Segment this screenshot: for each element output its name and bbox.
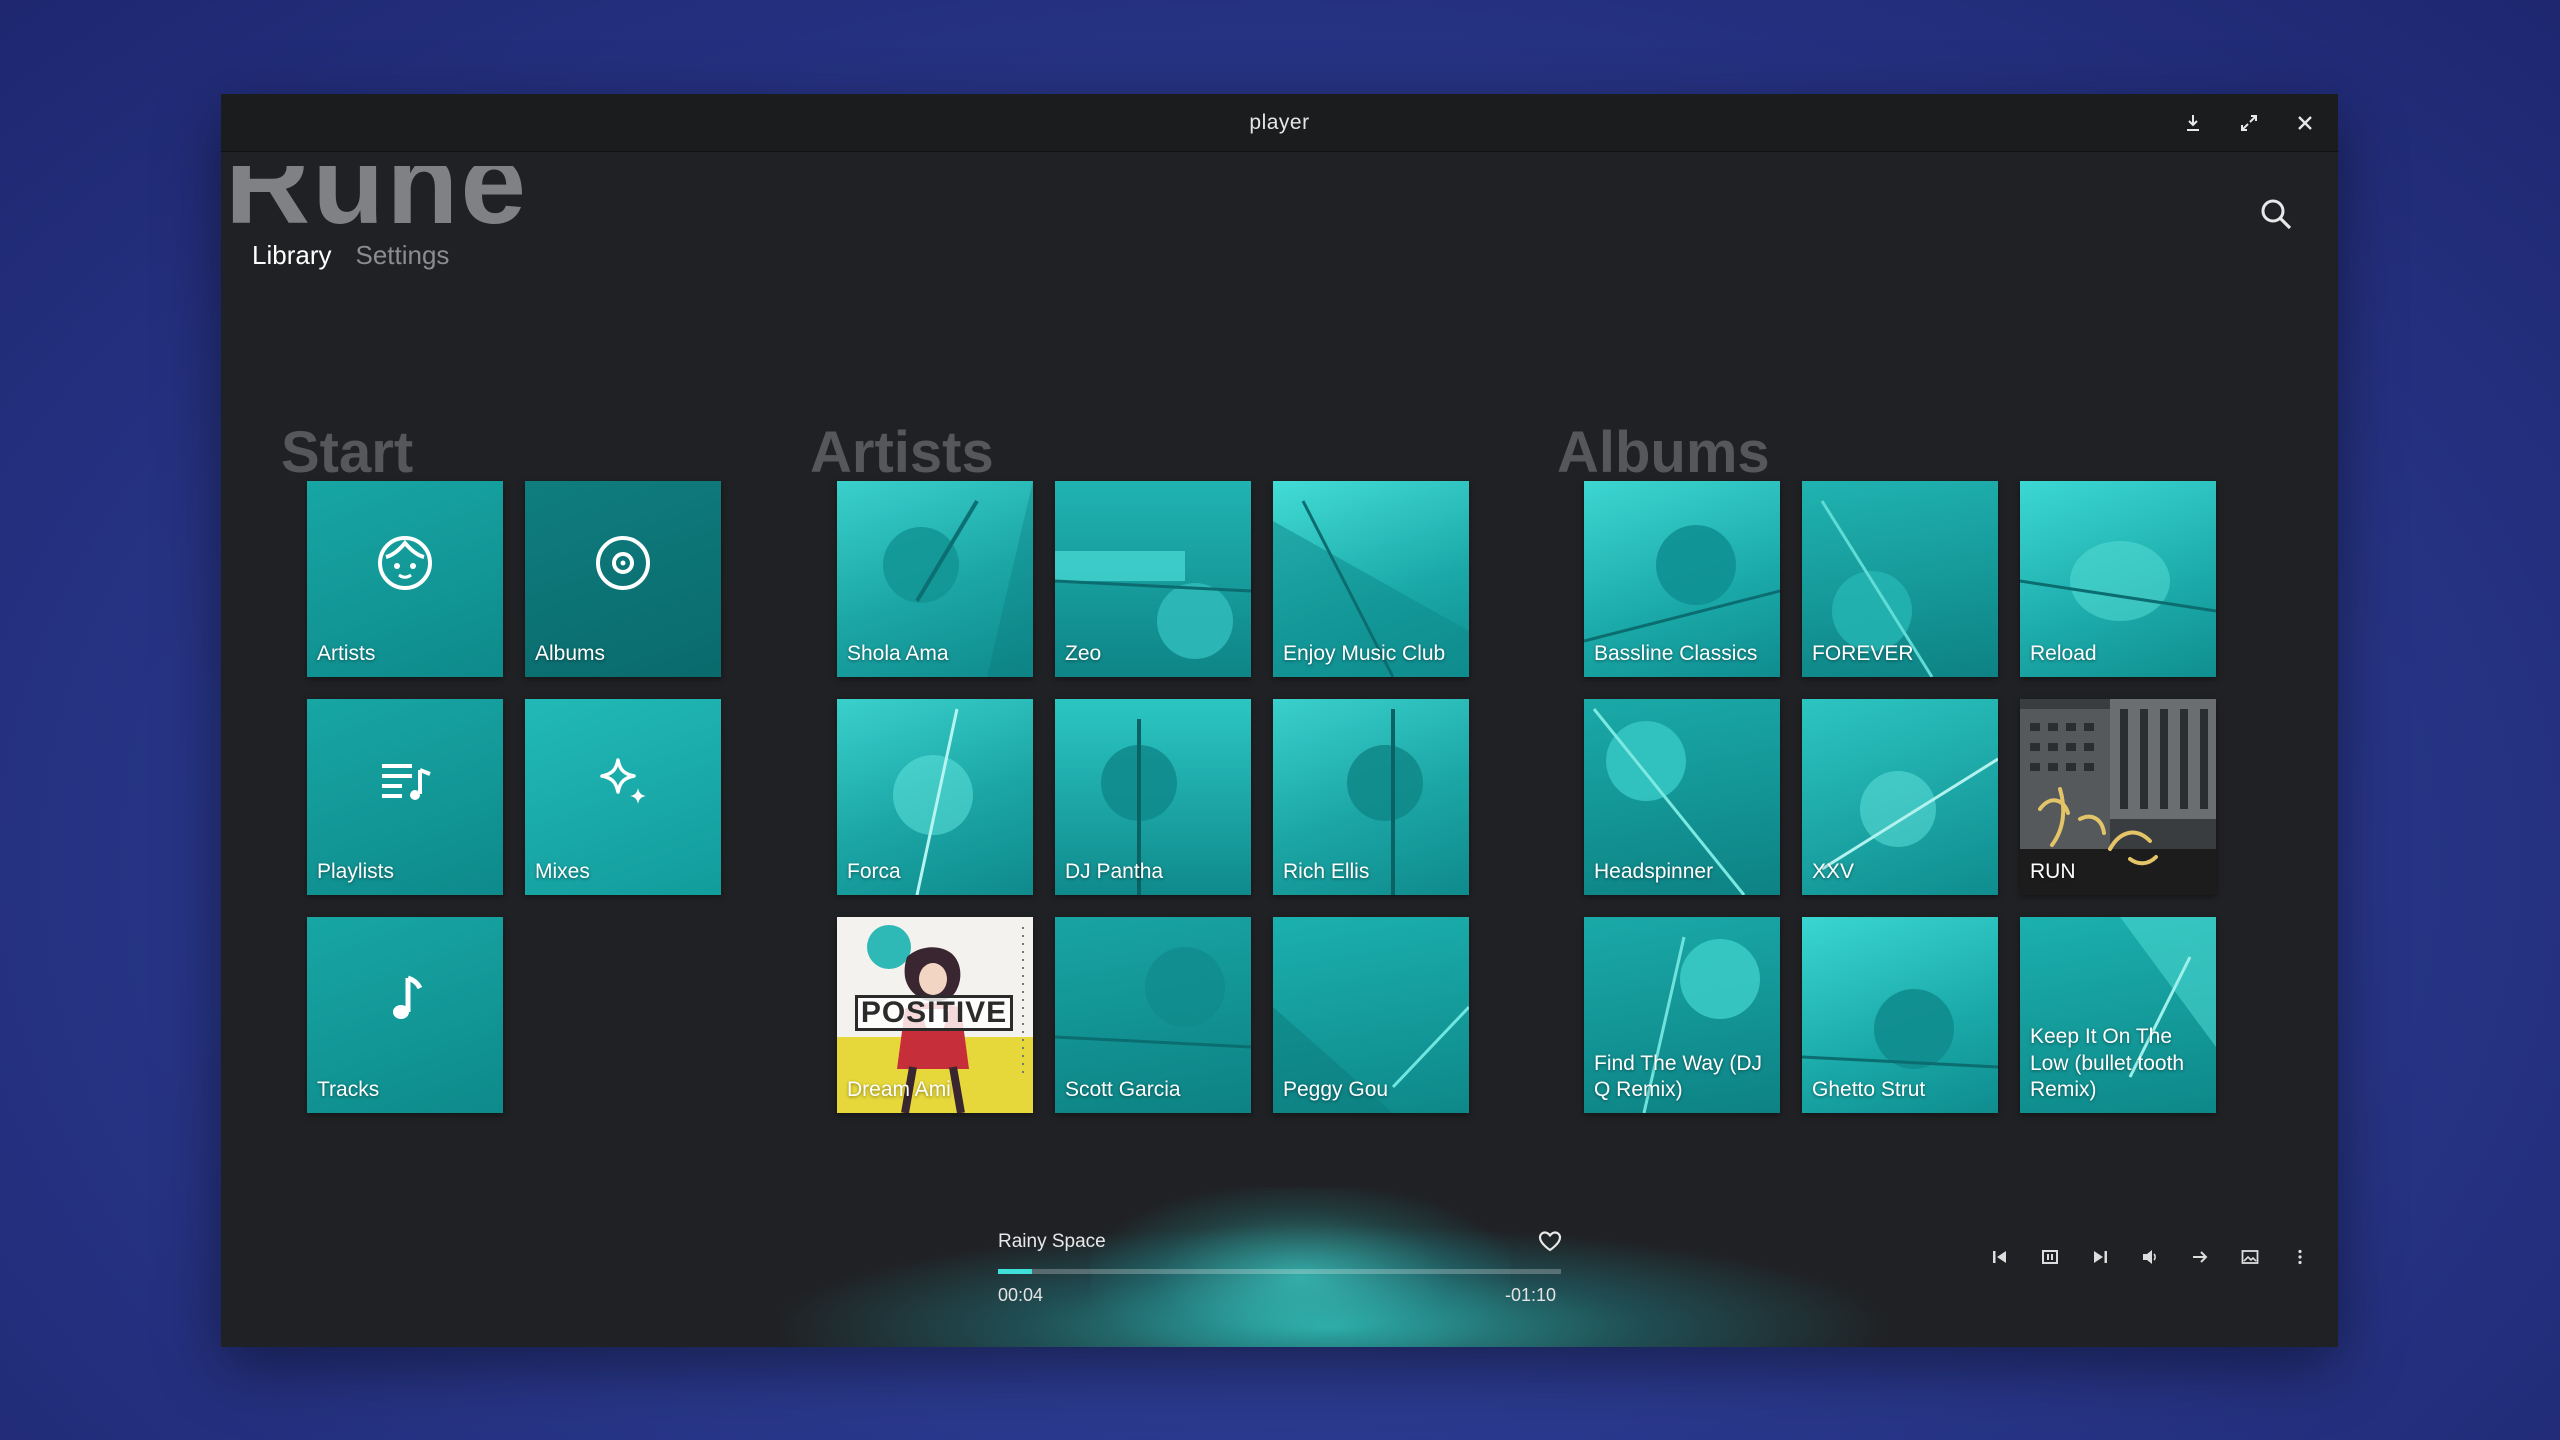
album-tile[interactable]: Headspinner xyxy=(1584,699,1780,895)
tab-library[interactable]: Library xyxy=(252,240,331,271)
start-tile-mixes[interactable]: Mixes xyxy=(525,699,721,895)
close-button[interactable] xyxy=(2290,108,2320,138)
start-tile-artists[interactable]: Artists xyxy=(307,481,503,677)
visualizer-glow-center xyxy=(1091,1187,1511,1347)
section-title-artists: Artists xyxy=(810,420,994,485)
playback-controls xyxy=(1988,1245,2312,1269)
title-bar: player xyxy=(221,94,2338,152)
artist-tile[interactable]: DJ Pantha xyxy=(1055,699,1251,895)
close-icon xyxy=(2298,116,2312,130)
tile-label: RUN xyxy=(2030,859,2076,883)
repeat-mode-button[interactable] xyxy=(2188,1245,2212,1269)
artist-tile[interactable]: Enjoy Music Club xyxy=(1273,481,1469,677)
tile-label: Scott Garcia xyxy=(1065,1077,1181,1101)
tile-label: Reload xyxy=(2030,641,2097,665)
volume-icon xyxy=(2143,1250,2156,1264)
player-bar: Rainy Space 00:04 -01:10 xyxy=(221,1187,2338,1347)
tile-label: Keep It On The Low (bullet tooth Remix) xyxy=(2030,1025,2185,1101)
playlist-icon xyxy=(382,764,431,801)
maximize-button[interactable] xyxy=(2234,108,2264,138)
seek-bar-fill xyxy=(998,1269,1032,1274)
section-title-start: Start xyxy=(281,420,414,485)
volume-button[interactable] xyxy=(2138,1245,2162,1269)
tile-label: Forca xyxy=(847,859,901,883)
albums-grid: Bassline Classics FOREVER Reload Headspi… xyxy=(1584,481,2216,1113)
now-playing-title: Rainy Space xyxy=(998,1231,1106,1252)
artist-tile[interactable]: POSITIVE Dream Ami xyxy=(837,917,1033,1113)
more-options-button[interactable] xyxy=(2288,1245,2312,1269)
tile-label: Mixes xyxy=(535,859,590,883)
pause-button[interactable] xyxy=(2038,1245,2062,1269)
arrow-right-icon xyxy=(2193,1251,2208,1263)
elapsed-time: 00:04 xyxy=(998,1285,1044,1305)
more-vertical-icon xyxy=(2298,1249,2302,1265)
pause-icon xyxy=(2042,1250,2058,1264)
tile-label: Find The Way (DJ Q Remix) xyxy=(1594,1051,1763,1101)
tile-label: Dream Ami xyxy=(847,1077,951,1101)
tile-label: DJ Pantha xyxy=(1065,859,1164,883)
search-icon xyxy=(2261,199,2292,230)
album-tile[interactable]: FOREVER xyxy=(1802,481,1998,677)
tile-label: FOREVER xyxy=(1812,641,1914,665)
expand-icon xyxy=(2241,115,2257,131)
skip-previous-icon xyxy=(1993,1251,2006,1263)
app-window: player Rune Library Settings Start Artis… xyxy=(221,94,2338,1347)
tile-label: Headspinner xyxy=(1594,859,1714,883)
window-title: player xyxy=(1249,110,1310,134)
previous-button[interactable] xyxy=(1988,1245,2012,1269)
music-note-icon xyxy=(393,975,423,1020)
tile-label: XXV xyxy=(1812,859,1855,883)
album-tile[interactable]: Keep It On The Low (bullet tooth Remix) xyxy=(2020,917,2216,1113)
remaining-time: -01:10 xyxy=(1505,1285,1557,1305)
cover-art-toggle-button[interactable] xyxy=(2238,1245,2262,1269)
album-tile[interactable]: Bassline Classics xyxy=(1584,481,1780,677)
disc-icon xyxy=(596,536,650,591)
tile-label: Bassline Classics xyxy=(1594,641,1758,665)
tile-label: Enjoy Music Club xyxy=(1283,641,1446,665)
start-tile-albums[interactable]: Albums xyxy=(525,481,721,677)
artist-tile[interactable]: Rich Ellis xyxy=(1273,699,1469,895)
tile-label: Ghetto Strut xyxy=(1812,1077,1926,1101)
album-tile[interactable]: Reload xyxy=(2020,481,2216,677)
sparkle-icon xyxy=(600,758,646,805)
album-tile[interactable]: Find The Way (DJ Q Remix) xyxy=(1584,917,1780,1113)
tile-label: Shola Ama xyxy=(847,641,949,665)
tile-label: Artists xyxy=(317,641,376,665)
tab-settings[interactable]: Settings xyxy=(355,240,449,271)
next-button[interactable] xyxy=(2088,1245,2112,1269)
main-nav: Library Settings xyxy=(252,240,449,271)
app-logo: Rune xyxy=(225,166,528,246)
album-tile[interactable]: Ghetto Strut xyxy=(1802,917,1998,1113)
window-controls xyxy=(2178,94,2320,152)
artist-tile[interactable]: Peggy Gou xyxy=(1273,917,1469,1113)
tile-label: Playlists xyxy=(317,859,395,883)
cover-text-positive: POSITIVE xyxy=(855,995,1013,1031)
artists-grid: Shola Ama Zeo Enjoy Music Club Forca DJ … xyxy=(837,481,1469,1113)
heart-icon xyxy=(1538,1231,1562,1252)
start-tile-tracks[interactable]: Tracks xyxy=(307,917,503,1113)
artist-tile[interactable]: Scott Garcia xyxy=(1055,917,1251,1113)
album-tile[interactable]: XXV xyxy=(1802,699,1998,895)
tile-label: Zeo xyxy=(1065,641,1102,665)
album-tile[interactable]: RUN xyxy=(2020,699,2216,895)
tile-label: Peggy Gou xyxy=(1283,1077,1389,1101)
search-button[interactable] xyxy=(2254,192,2298,236)
tile-label: Albums xyxy=(535,641,606,665)
face-icon xyxy=(378,536,432,591)
seek-bar[interactable] xyxy=(998,1269,1561,1274)
artist-tile[interactable]: Forca xyxy=(837,699,1033,895)
artist-tile[interactable]: Shola Ama xyxy=(837,481,1033,677)
minimize-button[interactable] xyxy=(2178,108,2208,138)
favorite-button[interactable] xyxy=(1536,1227,1564,1255)
download-arrow-icon xyxy=(2187,115,2199,131)
artist-tile[interactable]: Zeo xyxy=(1055,481,1251,677)
skip-next-icon xyxy=(2094,1251,2107,1263)
tile-label: Tracks xyxy=(317,1077,380,1101)
start-tile-playlists[interactable]: Playlists xyxy=(307,699,503,895)
picture-icon xyxy=(2241,1250,2259,1264)
start-grid: Artists Albums Playlists Mixes Tracks xyxy=(307,481,721,1113)
section-title-albums: Albums xyxy=(1557,420,1770,485)
tile-label: Rich Ellis xyxy=(1283,859,1370,883)
